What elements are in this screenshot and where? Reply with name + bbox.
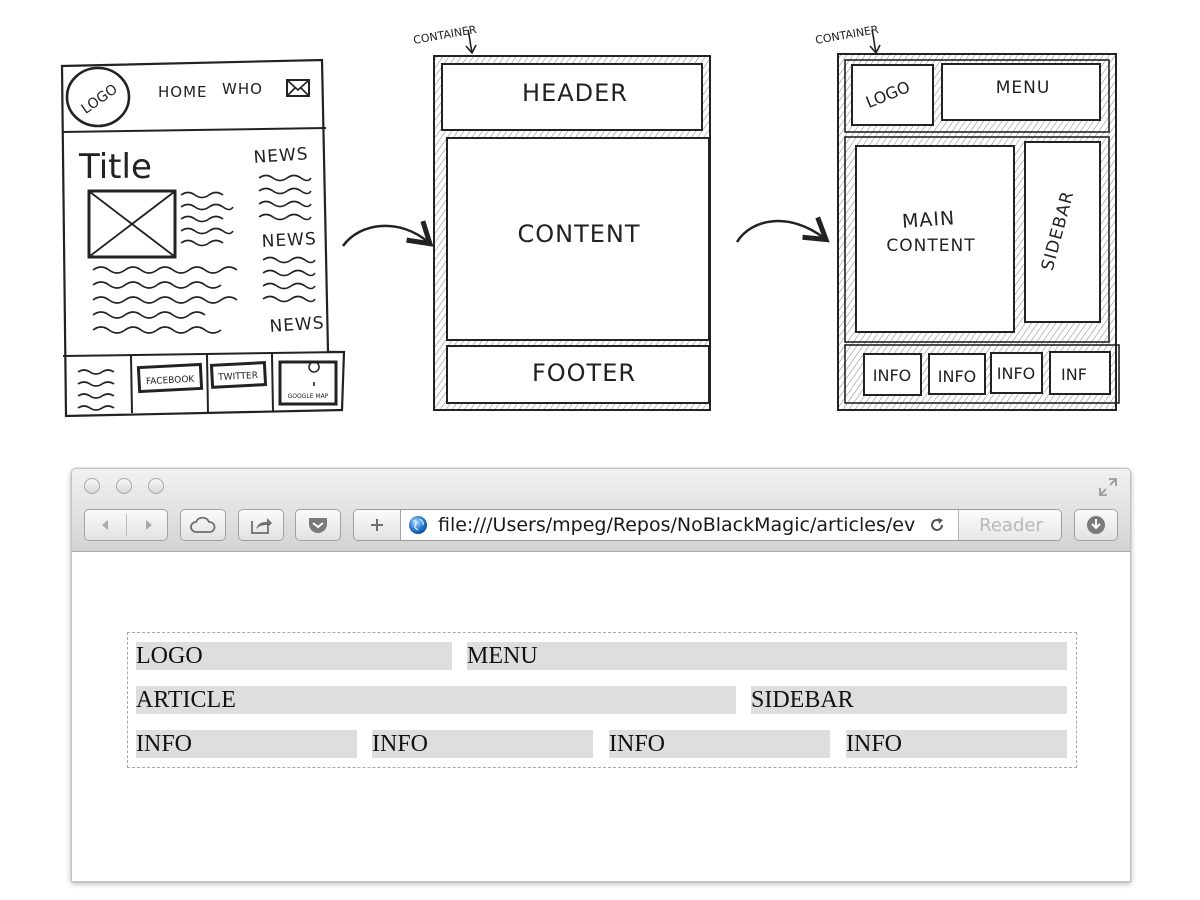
- close-window-button[interactable]: [84, 478, 100, 494]
- wireframe-footer-twitter: TWITTER: [209, 361, 268, 389]
- wireframe-sketch: LOGO HOME WHO Title NEWS NEWS NEWS FACEB…: [60, 58, 346, 418]
- container-header-label: HEADER: [522, 79, 628, 107]
- pocket-button[interactable]: [295, 509, 341, 541]
- detailed-info-3: INFO: [997, 364, 1035, 383]
- detailed-main-label-2: CONTENT: [886, 236, 975, 256]
- container-layout-sketch: CONTAINER HEADER CONTENT FOOTER: [412, 23, 711, 411]
- browser-window: Reader LOGO MENU ARTICLE SIDEBAR INFO IN…: [71, 468, 1131, 882]
- detailed-info-4: INF: [1061, 365, 1087, 384]
- icloud-tabs-button[interactable]: [180, 509, 226, 541]
- cloud-icon: [190, 516, 216, 533]
- svg-text:TWITTER: TWITTER: [217, 371, 258, 383]
- wireframe-news-2: NEWS: [261, 229, 317, 252]
- wireframe-footer-google-map: GOOGLE MAP: [278, 360, 338, 406]
- detailed-layout-sketch: CONTAINER LOGO MENU MAIN CONTENT SIDEBAR…: [814, 23, 1120, 411]
- container-content-label: CONTENT: [517, 220, 640, 248]
- download-icon: [1087, 516, 1105, 534]
- browser-toolbar: Reader: [72, 469, 1130, 552]
- share-button[interactable]: [238, 509, 284, 541]
- info-cell: INFO: [372, 730, 593, 758]
- page-viewport: LOGO MENU ARTICLE SIDEBAR INFO INFO INFO…: [72, 552, 1130, 881]
- plus-icon: [371, 519, 383, 531]
- wireframe-nav-who: WHO: [222, 80, 263, 98]
- sketch-svg: LOGO HOME WHO Title NEWS NEWS NEWS FACEB…: [60, 23, 1120, 418]
- logo-cell: LOGO: [136, 642, 452, 670]
- menu-cell: MENU: [467, 642, 1067, 670]
- reload-button[interactable]: [928, 516, 946, 534]
- container-footer-label: FOOTER: [532, 359, 636, 387]
- reload-icon: [931, 518, 943, 531]
- address-bar: Reader: [353, 509, 1062, 541]
- reader-button[interactable]: Reader: [958, 510, 1061, 540]
- container-caption-2: CONTAINER: [814, 23, 880, 47]
- downloads-button[interactable]: [1074, 509, 1118, 541]
- detailed-menu-label: MENU: [996, 78, 1051, 98]
- pocket-icon: [309, 518, 327, 533]
- back-button[interactable]: [85, 510, 126, 540]
- fullscreen-icon[interactable]: [1098, 477, 1118, 497]
- zoom-window-button[interactable]: [148, 478, 164, 494]
- back-forward-group: [84, 509, 168, 541]
- globe-icon: [409, 516, 427, 534]
- arrow-right-icon: [341, 220, 434, 247]
- add-bookmark-button[interactable]: [354, 510, 401, 540]
- sketch-illustration: LOGO HOME WHO Title NEWS NEWS NEWS FACEB…: [0, 0, 1200, 440]
- chevron-right-icon: [145, 520, 152, 530]
- detailed-info-1: INFO: [873, 366, 911, 385]
- wireframe-nav-home: HOME: [158, 83, 208, 101]
- wireframe-footer-facebook: FACEBOOK: [136, 362, 204, 394]
- detailed-info-2: INFO: [938, 367, 976, 386]
- info-cell: INFO: [846, 730, 1067, 758]
- wireframe-news-1: NEWS: [253, 144, 309, 168]
- wireframe-news-3: NEWS: [269, 313, 325, 337]
- url-field[interactable]: [438, 510, 920, 540]
- container-caption-1: CONTAINER: [412, 23, 478, 47]
- sidebar-cell: SIDEBAR: [751, 686, 1067, 714]
- forward-button[interactable]: [127, 510, 168, 540]
- article-cell: ARTICLE: [136, 686, 736, 714]
- minimize-window-button[interactable]: [116, 478, 132, 494]
- wireframe-title: Title: [78, 147, 152, 187]
- info-cell: INFO: [609, 730, 830, 758]
- info-cell: INFO: [136, 730, 357, 758]
- share-icon: [251, 518, 272, 534]
- layout-container: LOGO MENU ARTICLE SIDEBAR INFO INFO INFO…: [127, 632, 1077, 768]
- svg-text:GOOGLE MAP: GOOGLE MAP: [288, 393, 329, 400]
- arrow-right-icon: [735, 216, 830, 243]
- chevron-left-icon: [101, 520, 108, 530]
- detailed-main-label-1: MAIN: [901, 207, 956, 233]
